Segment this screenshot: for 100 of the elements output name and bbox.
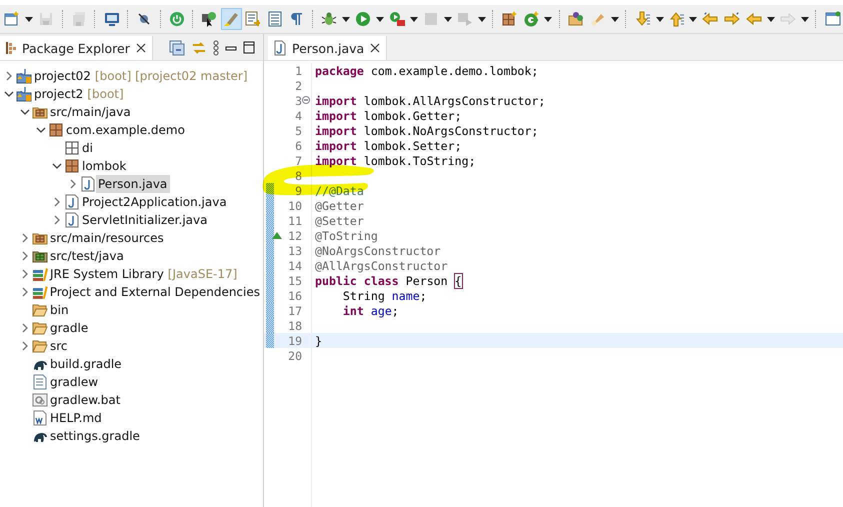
code-line: import lombok.Getter; xyxy=(315,108,462,122)
tree-item[interactable]: Project2Application.java xyxy=(80,193,230,211)
line-number: 15 xyxy=(288,274,302,288)
project-icon xyxy=(16,68,32,84)
minimize-icon xyxy=(225,46,237,50)
tree-item[interactable]: Project and External Dependencies xyxy=(48,283,263,301)
tree-item[interactable]: src/test/java xyxy=(48,247,127,265)
tree-item[interactable]: JRE System Library [JavaSE-17] xyxy=(48,265,240,283)
line-number: 7 xyxy=(295,154,302,168)
code-line: @ToString xyxy=(315,228,378,242)
fold-minus-icon[interactable] xyxy=(302,96,310,104)
line-number: 6 xyxy=(295,138,302,152)
tree-item[interactable]: HELP.md xyxy=(48,409,105,427)
forward-icon xyxy=(780,11,796,27)
line-number: 11 xyxy=(288,214,302,228)
new-window-icon xyxy=(4,11,20,27)
code-line: import lombok.AllArgsConstructor; xyxy=(315,94,546,108)
tree-item[interactable]: Person.java xyxy=(96,175,170,193)
tree-item[interactable]: gradle xyxy=(48,319,92,337)
line-number: 10 xyxy=(288,198,302,212)
line-number: 13 xyxy=(288,244,302,258)
line-number: 5 xyxy=(295,124,302,138)
package-icon xyxy=(64,140,80,156)
batch-file-icon xyxy=(32,392,48,408)
save-icon xyxy=(38,11,54,27)
run-icon xyxy=(354,11,371,27)
close-icon[interactable] xyxy=(370,43,380,53)
tree-item[interactable]: bin xyxy=(48,301,72,319)
perspective-icon xyxy=(824,11,841,27)
skip-breakpoints-icon xyxy=(136,11,152,27)
line-number: 4 xyxy=(295,108,302,122)
tab-label: Person.java xyxy=(292,40,364,56)
line-number: 17 xyxy=(288,304,302,318)
java-file-icon xyxy=(80,176,96,192)
code-line: import lombok.ToString; xyxy=(315,154,476,168)
tree-item[interactable]: gradlew.bat xyxy=(48,391,124,409)
item-decoration: [boot] xyxy=(87,87,124,101)
document-icon xyxy=(244,11,261,27)
power-icon xyxy=(168,11,185,27)
item-label: project2 xyxy=(34,87,84,101)
code-line: int age; xyxy=(342,304,399,318)
tools-icon xyxy=(388,11,405,27)
line-number: 18 xyxy=(288,318,302,332)
back-icon xyxy=(746,11,762,27)
code-line: import lombok.Setter; xyxy=(315,138,462,152)
tree-item[interactable]: src/main/resources xyxy=(48,229,167,247)
tree-item[interactable]: lombok xyxy=(80,157,130,175)
pointer-icon xyxy=(201,11,218,27)
open-folder-icon xyxy=(568,11,584,27)
tree-item[interactable]: src xyxy=(48,337,71,355)
tree-item[interactable]: di xyxy=(80,139,96,157)
view-tab[interactable]: Package Explorer xyxy=(0,36,153,60)
down-arrow-icon xyxy=(634,11,651,27)
library-icon xyxy=(32,266,48,282)
line-number: 20 xyxy=(288,348,302,362)
list-icon xyxy=(266,11,283,27)
class-icon xyxy=(523,11,540,27)
code-line: } xyxy=(315,334,322,348)
document-icon xyxy=(32,410,48,426)
package-explorer-icon xyxy=(6,41,16,55)
tree-item[interactable]: settings.gradle xyxy=(48,427,143,445)
maximize-icon xyxy=(243,40,255,56)
code-line: @NoArgsConstructor xyxy=(315,244,441,258)
tree-item[interactable]: project2 [boot] xyxy=(32,85,127,103)
tree-item[interactable]: com.example.demo xyxy=(64,121,188,139)
java-file-icon xyxy=(64,194,80,210)
java-file-icon xyxy=(64,212,80,228)
code-line: @Getter xyxy=(315,198,364,212)
line-number: 9 xyxy=(295,184,302,198)
package-icon xyxy=(64,158,80,174)
collapse-all-icon xyxy=(169,40,185,56)
highlighter-icon xyxy=(223,11,240,27)
line-number: 14 xyxy=(288,258,302,272)
tree-item[interactable]: project02 [boot] [project02 master] xyxy=(32,67,251,85)
code-line: package com.example.demo.lombok; xyxy=(315,64,538,78)
line-number: 3 xyxy=(295,94,302,108)
tab-label: Package Explorer xyxy=(22,40,130,56)
tree-item[interactable]: build.gradle xyxy=(48,355,125,373)
tree-item[interactable]: ServletInitializer.java xyxy=(80,211,210,229)
close-icon[interactable] xyxy=(136,43,146,53)
pen-icon xyxy=(590,11,606,27)
project-icon xyxy=(16,86,32,102)
editor-tab[interactable]: Person.java xyxy=(268,36,388,60)
code-line: @Setter xyxy=(315,214,364,228)
chevron-down-icon[interactable] xyxy=(52,161,62,171)
more-icon xyxy=(213,40,219,56)
line-number: 1 xyxy=(295,64,302,78)
folder-icon xyxy=(32,320,48,336)
chevron-right-icon[interactable] xyxy=(4,71,14,81)
save-all-icon xyxy=(70,11,87,27)
library-icon xyxy=(32,284,48,300)
tree-item[interactable]: gradlew xyxy=(48,373,102,391)
left-arrow-icon xyxy=(702,11,718,27)
bug-icon xyxy=(320,11,337,27)
disconnect-icon xyxy=(456,11,473,27)
tree-item[interactable]: src/main/java xyxy=(48,103,134,121)
up-arrow-icon xyxy=(668,11,685,27)
line-number: 2 xyxy=(295,78,302,92)
package-icon xyxy=(48,122,64,138)
code-line: @AllArgsConstructor xyxy=(315,258,448,272)
